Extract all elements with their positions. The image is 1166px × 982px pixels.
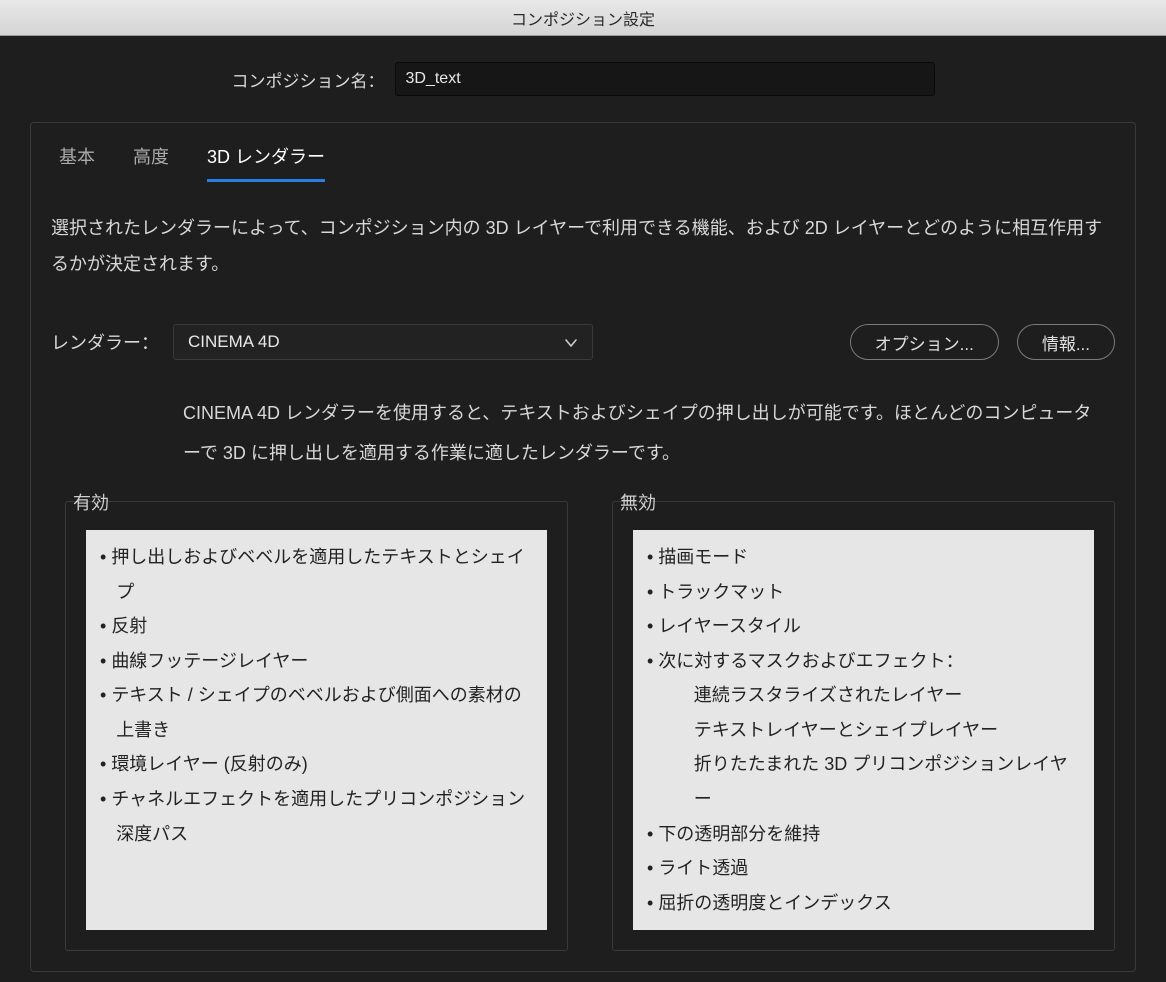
list-item: トラックマット [647,575,1080,610]
renderer-specific-description: CINEMA 4D レンダラーを使用すると、テキストおよびシェイプの押し出しが可… [51,372,1115,495]
renderer-dropdown[interactable]: CINEMA 4D [173,324,593,360]
list-item: レイヤースタイル [647,609,1080,644]
list-item: 曲線フッテージレイヤー [100,644,533,679]
list-subitem: 折りたたまれた 3D プリコンポジションレイヤー [647,747,1080,816]
enabled-column: 有効 押し出しおよびベベルを適用したテキストとシェイプ反射曲線フッテージレイヤー… [65,501,568,951]
tab-3d-renderer[interactable]: 3D レンダラー [207,143,325,182]
disabled-frame: 描画モードトラックマットレイヤースタイル次に対するマスクおよびエフェクト：連続ラ… [612,501,1115,951]
list-item: 次に対するマスクおよびエフェクト： [647,644,1080,679]
enabled-frame: 押し出しおよびベベルを適用したテキストとシェイプ反射曲線フッテージレイヤーテキス… [65,501,568,951]
options-button[interactable]: オプション... [850,324,999,360]
feature-columns: 有効 押し出しおよびベベルを適用したテキストとシェイプ反射曲線フッテージレイヤー… [51,495,1115,951]
info-button[interactable]: 情報... [1017,324,1115,360]
enabled-feature-list: 押し出しおよびベベルを適用したテキストとシェイプ反射曲線フッテージレイヤーテキス… [86,530,547,930]
disabled-feature-list: 描画モードトラックマットレイヤースタイル次に対するマスクおよびエフェクト：連続ラ… [633,530,1094,930]
renderer-selected-value: CINEMA 4D [188,332,280,352]
chevron-down-icon [564,335,578,349]
tab-advanced[interactable]: 高度 [133,143,169,182]
composition-name-row: コンポジション名： [0,62,1166,96]
dialog-content: コンポジション名： 基本 高度 3D レンダラー 選択されたレンダラーによって、… [0,36,1166,972]
renderer-label: レンダラー： [51,329,159,355]
list-item: 押し出しおよびベベルを適用したテキストとシェイプ [100,540,533,609]
list-item: チャネルエフェクトを適用したプリコンポジション深度パス [100,782,533,851]
tab-basic[interactable]: 基本 [59,143,95,182]
renderer-row: レンダラー： CINEMA 4D オプション... 情報... [51,292,1115,372]
list-item: ライト透過 [647,851,1080,886]
list-item: テキスト / シェイプのベベルおよび側面への素材の上書き [100,678,533,747]
disabled-label: 無効 [616,489,660,515]
list-item: 描画モード [647,540,1080,575]
list-subitem: 連続ラスタライズされたレイヤー [647,678,1080,713]
list-item: 下の透明部分を維持 [647,817,1080,852]
window-title: コンポジション設定 [511,6,655,30]
list-subitem: テキストレイヤーとシェイプレイヤー [647,713,1080,748]
window-titlebar: コンポジション設定 [0,0,1166,36]
composition-name-label: コンポジション名： [232,67,385,92]
renderer-buttons: オプション... 情報... [850,324,1115,360]
enabled-label: 有効 [69,489,113,515]
list-item: 環境レイヤー (反射のみ) [100,747,533,782]
disabled-column: 無効 描画モードトラックマットレイヤースタイル次に対するマスクおよびエフェクト：… [612,501,1115,951]
renderer-general-description: 選択されたレンダラーによって、コンポジション内の 3D レイヤーで利用できる機能… [51,182,1115,292]
settings-panel: 基本 高度 3D レンダラー 選択されたレンダラーによって、コンポジション内の … [30,122,1136,972]
list-item: 屈折の透明度とインデックス [647,886,1080,921]
composition-name-input[interactable] [395,62,935,96]
list-item: 反射 [100,609,533,644]
tab-bar: 基本 高度 3D レンダラー [51,123,1115,182]
